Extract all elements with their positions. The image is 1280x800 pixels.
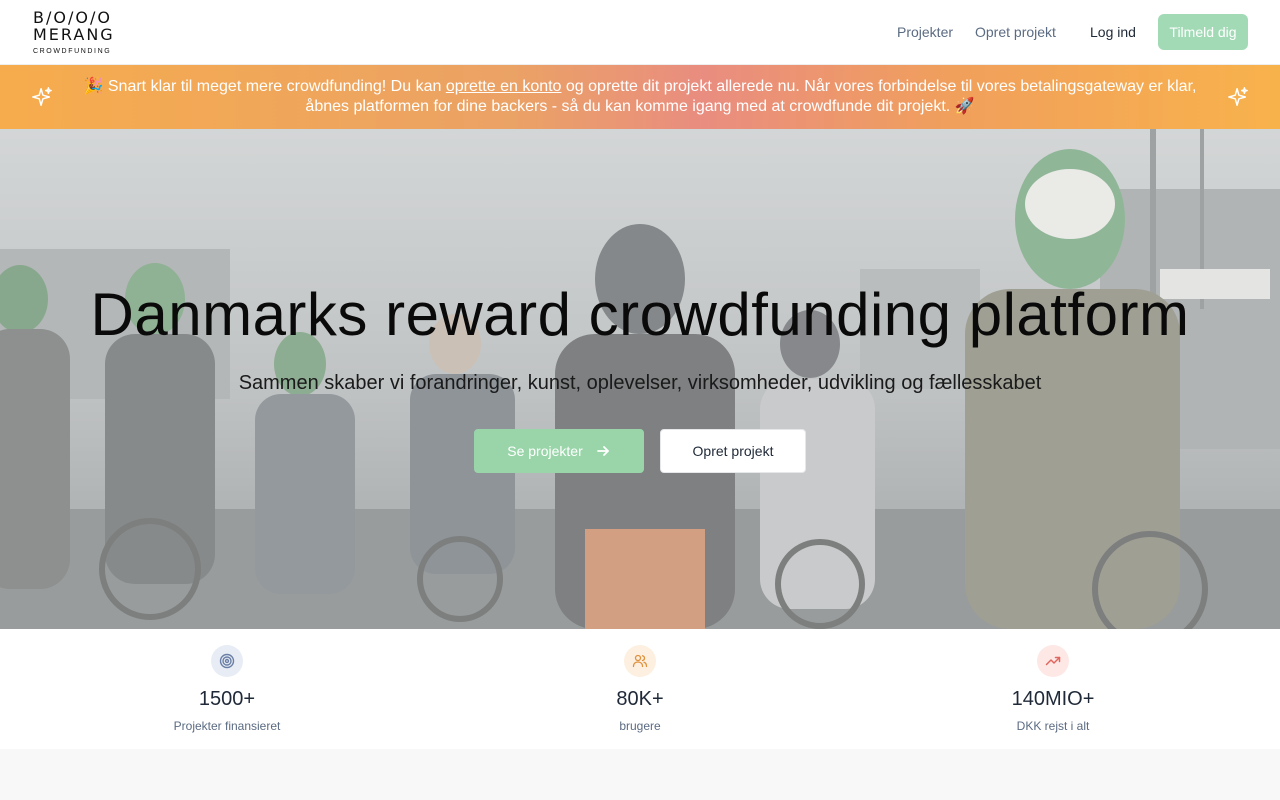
stat-value: 140MIO+: [1011, 688, 1095, 710]
banner-text: 🎉 Snart klar til meget mere crowdfunding…: [80, 77, 1200, 117]
login-link[interactable]: Log ind: [1090, 0, 1136, 64]
stat-icon-circle: [1037, 645, 1069, 677]
users-icon: [632, 654, 648, 668]
logo-line-2: MERANG: [33, 25, 115, 44]
hero-title: Danmarks reward crowdfunding platform: [90, 281, 1190, 348]
logo-line-1: B/O/O/O: [33, 8, 112, 27]
stat-icon-circle: [211, 645, 243, 677]
target-icon: [219, 653, 235, 669]
hero-section: Danmarks reward crowdfunding platform Sa…: [0, 129, 1280, 629]
stat-projects: 1500+ Projekter finansieret: [87, 629, 367, 749]
create-project-button[interactable]: Opret projekt: [660, 429, 806, 473]
create-account-link[interactable]: oprette en konto: [446, 78, 562, 95]
stat-raised: 140MIO+ DKK rejst i alt: [913, 629, 1193, 749]
banner-text-start: 🎉 Snart klar til meget mere crowdfunding…: [83, 78, 446, 95]
arrow-right-icon: [596, 446, 609, 456]
stat-value: 1500+: [198, 688, 256, 710]
logo-line-3: CROWDFUNDING: [33, 48, 112, 55]
stat-users: 80K+ brugere: [500, 629, 780, 749]
stat-label: brugere: [619, 719, 661, 733]
announcement-banner: 🎉 Snart klar til meget mere crowdfunding…: [0, 65, 1280, 129]
sparkle-icon: [32, 87, 52, 106]
stats-section: 1500+ Projekter finansieret 80K+ brugere…: [0, 629, 1280, 749]
stat-label: DKK rejst i alt: [1016, 719, 1090, 733]
nav-link-create-project[interactable]: Opret projekt: [975, 0, 1056, 64]
stat-value: 80K+: [616, 688, 664, 710]
see-projects-label: Se projekter: [507, 443, 583, 459]
signup-button[interactable]: Tilmeld dig: [1158, 14, 1248, 50]
stat-icon-circle: [624, 645, 656, 677]
trending-up-icon: [1045, 656, 1061, 666]
stat-label: Projekter finansieret: [173, 719, 281, 733]
see-projects-button[interactable]: Se projekter: [474, 429, 644, 473]
logo[interactable]: B/O/O/O MERANG CROWDFUNDING: [33, 9, 115, 55]
nav-link-projects[interactable]: Projekter: [897, 0, 953, 64]
site-header: B/O/O/O MERANG CROWDFUNDING Projekter Op…: [0, 0, 1280, 65]
sparkle-icon: [1228, 87, 1248, 106]
hero-subtitle: Sammen skaber vi forandringer, kunst, op…: [238, 372, 1042, 394]
